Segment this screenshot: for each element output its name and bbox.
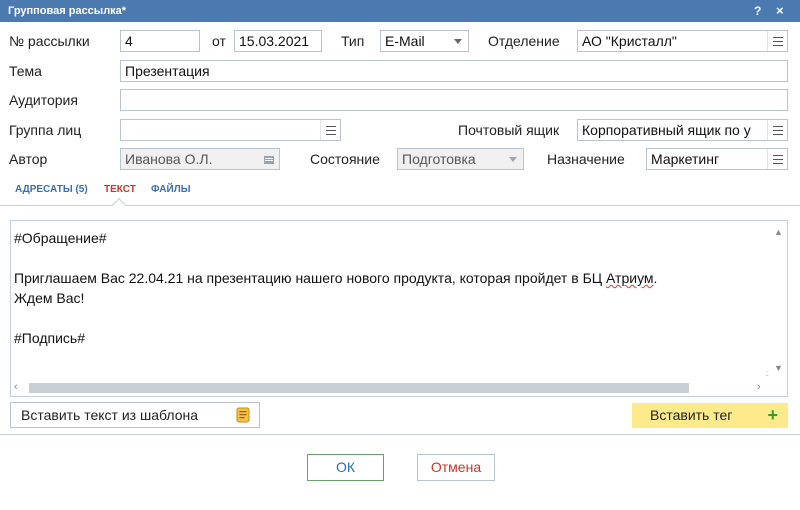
group-field[interactable]: [120, 119, 341, 141]
state-select: Подготовка: [397, 148, 524, 170]
number-label: № рассылки: [9, 33, 90, 49]
editor-content[interactable]: #Обращение# Приглашаем Вас 22.04.21 на п…: [14, 228, 769, 348]
audience-label: Аудитория: [9, 92, 78, 108]
number-input[interactable]: 4: [120, 30, 200, 52]
purpose-label: Назначение: [547, 151, 625, 167]
editor-line: [14, 308, 769, 328]
chevron-down-icon[interactable]: [448, 31, 468, 51]
purpose-field[interactable]: Маркетинг: [646, 148, 788, 170]
department-field[interactable]: АО "Кристалл": [577, 30, 788, 52]
editor-line: [14, 248, 769, 268]
state-label: Состояние: [310, 151, 380, 167]
editor-line: Ждем Вас!: [14, 290, 85, 306]
insert-tag-button[interactable]: Вставить тег +: [632, 403, 788, 428]
menu-icon[interactable]: [320, 120, 340, 140]
author-label: Автор: [9, 151, 48, 167]
subject-value: Презентация: [125, 63, 210, 79]
vertical-scrollbar[interactable]: ▲ ▼: [770, 221, 787, 379]
menu-icon[interactable]: [767, 149, 787, 169]
editor-line-end: .: [653, 270, 658, 286]
mailbox-field[interactable]: Корпоративный ящик по у: [577, 119, 788, 141]
department-label: Отделение: [488, 33, 560, 49]
cancel-button[interactable]: Отмена: [417, 454, 495, 481]
message-editor[interactable]: #Обращение# Приглашаем Вас 22.04.21 на п…: [10, 220, 788, 397]
menu-icon[interactable]: [767, 120, 787, 140]
author-field: Иванова О.Л.: [120, 148, 280, 170]
scroll-down-icon[interactable]: ▼: [774, 363, 783, 373]
footer-divider: [0, 434, 800, 435]
editor-line: Приглашаем Вас 22.04.21 на презентацию н…: [14, 268, 769, 288]
list-icon[interactable]: [259, 149, 279, 169]
subject-input[interactable]: Презентация: [120, 60, 788, 82]
plus-icon: +: [767, 405, 778, 425]
tab-files[interactable]: ФАЙЛЫ: [151, 184, 191, 195]
editor-line-text-venue: БЦ: [582, 270, 607, 286]
audience-input[interactable]: [120, 89, 788, 111]
insert-template-button[interactable]: Вставить текст из шаблона: [10, 402, 260, 428]
horizontal-scroll-thumb[interactable]: [29, 383, 689, 393]
editor-line: #Подпись#: [14, 330, 85, 346]
type-select[interactable]: E-Mail: [380, 30, 469, 52]
resize-grip-icon[interactable]: .:: [766, 369, 770, 378]
horizontal-scrollbar[interactable]: ‹ ›: [11, 379, 771, 396]
editor-line-text: Приглашаем Вас 22.04.21 на презентацию н…: [14, 270, 583, 286]
mailbox-label: Почтовый ящик: [458, 122, 560, 138]
mailbox-value: Корпоративный ящик по у: [582, 122, 751, 138]
department-value: АО "Кристалл": [582, 33, 677, 49]
scroll-up-icon[interactable]: ▲: [774, 227, 783, 237]
window-titlebar: Групповая рассылка* ? ×: [0, 0, 800, 22]
date-value: 15.03.2021: [239, 33, 310, 49]
menu-icon[interactable]: [767, 31, 787, 51]
window-title: Групповая рассылка*: [8, 5, 127, 17]
editor-line: #Обращение#: [14, 230, 107, 246]
scroll-icon: [235, 407, 251, 423]
ok-button[interactable]: ОК: [307, 454, 384, 481]
tab-recipients[interactable]: АДРЕСАТЫ (5): [15, 184, 88, 195]
insert-tag-label: Вставить тег: [650, 407, 733, 423]
spellcheck-word: Атриум: [606, 270, 654, 286]
insert-template-label: Вставить текст из шаблона: [21, 407, 199, 423]
scroll-right-icon[interactable]: ›: [757, 381, 761, 393]
group-label: Группа лиц: [9, 122, 82, 138]
number-value: 4: [125, 33, 133, 49]
state-value: Подготовка: [402, 151, 476, 167]
author-value: Иванова О.Л.: [125, 151, 213, 167]
tab-text[interactable]: ТЕКСТ: [104, 184, 136, 195]
scroll-left-icon[interactable]: ‹: [14, 381, 18, 393]
date-label: от: [212, 33, 226, 49]
purpose-value: Маркетинг: [651, 151, 720, 167]
subject-label: Тема: [9, 63, 42, 79]
type-value: E-Mail: [385, 33, 425, 49]
help-icon[interactable]: ?: [754, 4, 761, 18]
date-input[interactable]: 15.03.2021: [234, 30, 322, 52]
chevron-down-icon: [503, 149, 523, 169]
type-label: Тип: [341, 33, 365, 49]
close-icon[interactable]: ×: [776, 3, 784, 18]
